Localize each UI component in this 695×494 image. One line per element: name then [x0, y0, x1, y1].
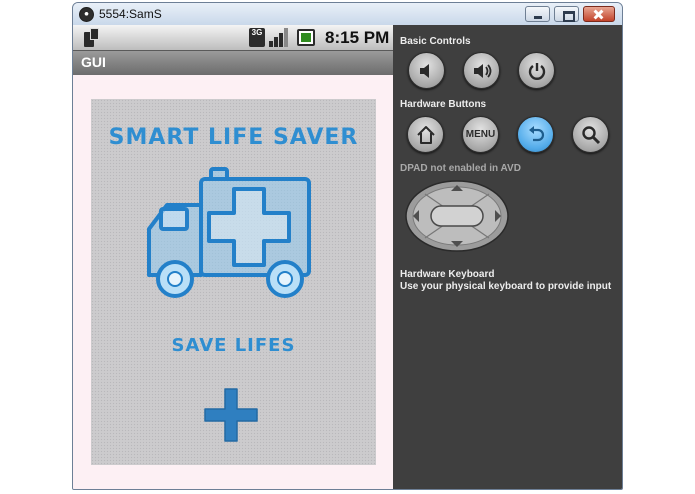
emulator-window: 5554:SamS 3G 8:15 PM GUI SMART LIFE SAVE… [72, 2, 623, 490]
content-card: SMART LIFE SAVER SAVE LIFES [91, 99, 376, 465]
status-clock: 8:15 PM [325, 28, 390, 47]
menu-button[interactable]: MENU [462, 116, 499, 153]
status-bar: 3G 8:15 PM [73, 25, 393, 50]
ambulance-icon [147, 167, 311, 298]
power-icon [528, 62, 545, 80]
power-button[interactable] [518, 52, 555, 89]
back-button[interactable] [517, 116, 554, 153]
maximize-button[interactable] [554, 6, 579, 22]
keyboard-title: Hardware Keyboard [400, 269, 495, 280]
basic-controls-label: Basic Controls [400, 36, 471, 47]
volume-up-icon [473, 63, 491, 78]
minimize-button[interactable] [525, 6, 550, 22]
app-title-bar: GUI [73, 50, 393, 75]
search-button[interactable] [572, 116, 609, 153]
emulator-app-icon [79, 7, 94, 22]
home-button[interactable] [407, 116, 444, 153]
keyboard-note: Use your physical keyboard to provide in… [400, 281, 612, 292]
menu-button-label: MENU [465, 129, 496, 140]
signal-strength-icon [269, 28, 291, 47]
sim-card-icon [84, 28, 100, 47]
search-icon [581, 125, 600, 144]
back-icon [528, 125, 544, 141]
volume-down-icon [419, 63, 429, 78]
title-bar[interactable]: 5554:SamS [73, 3, 622, 25]
app-heading: SMART LIFE SAVER [108, 125, 359, 150]
close-button[interactable] [583, 6, 615, 22]
hardware-buttons-label: Hardware Buttons [400, 99, 487, 110]
window-title: 5554:SamS [99, 7, 162, 21]
app-slogan: SAVE LIFES [171, 335, 296, 356]
keyboard-info: Hardware Keyboard Use your physical keyb… [400, 269, 611, 293]
device-screen: 3G 8:15 PM GUI SMART LIFE SAVER SAVE LIF… [73, 25, 393, 489]
dpad-note: DPAD not enabled in AVD [400, 163, 521, 174]
emulator-control-panel: Basic Controls Hardware Buttons MENU DPA… [393, 25, 622, 489]
add-button[interactable] [203, 387, 259, 443]
dpad-control[interactable] [405, 180, 509, 252]
volume-up-button[interactable] [463, 52, 500, 89]
battery-icon [297, 29, 315, 46]
volume-down-button[interactable] [408, 52, 445, 89]
network-type-icon: 3G [249, 28, 265, 47]
app-title: GUI [81, 54, 106, 70]
home-icon [416, 125, 435, 144]
